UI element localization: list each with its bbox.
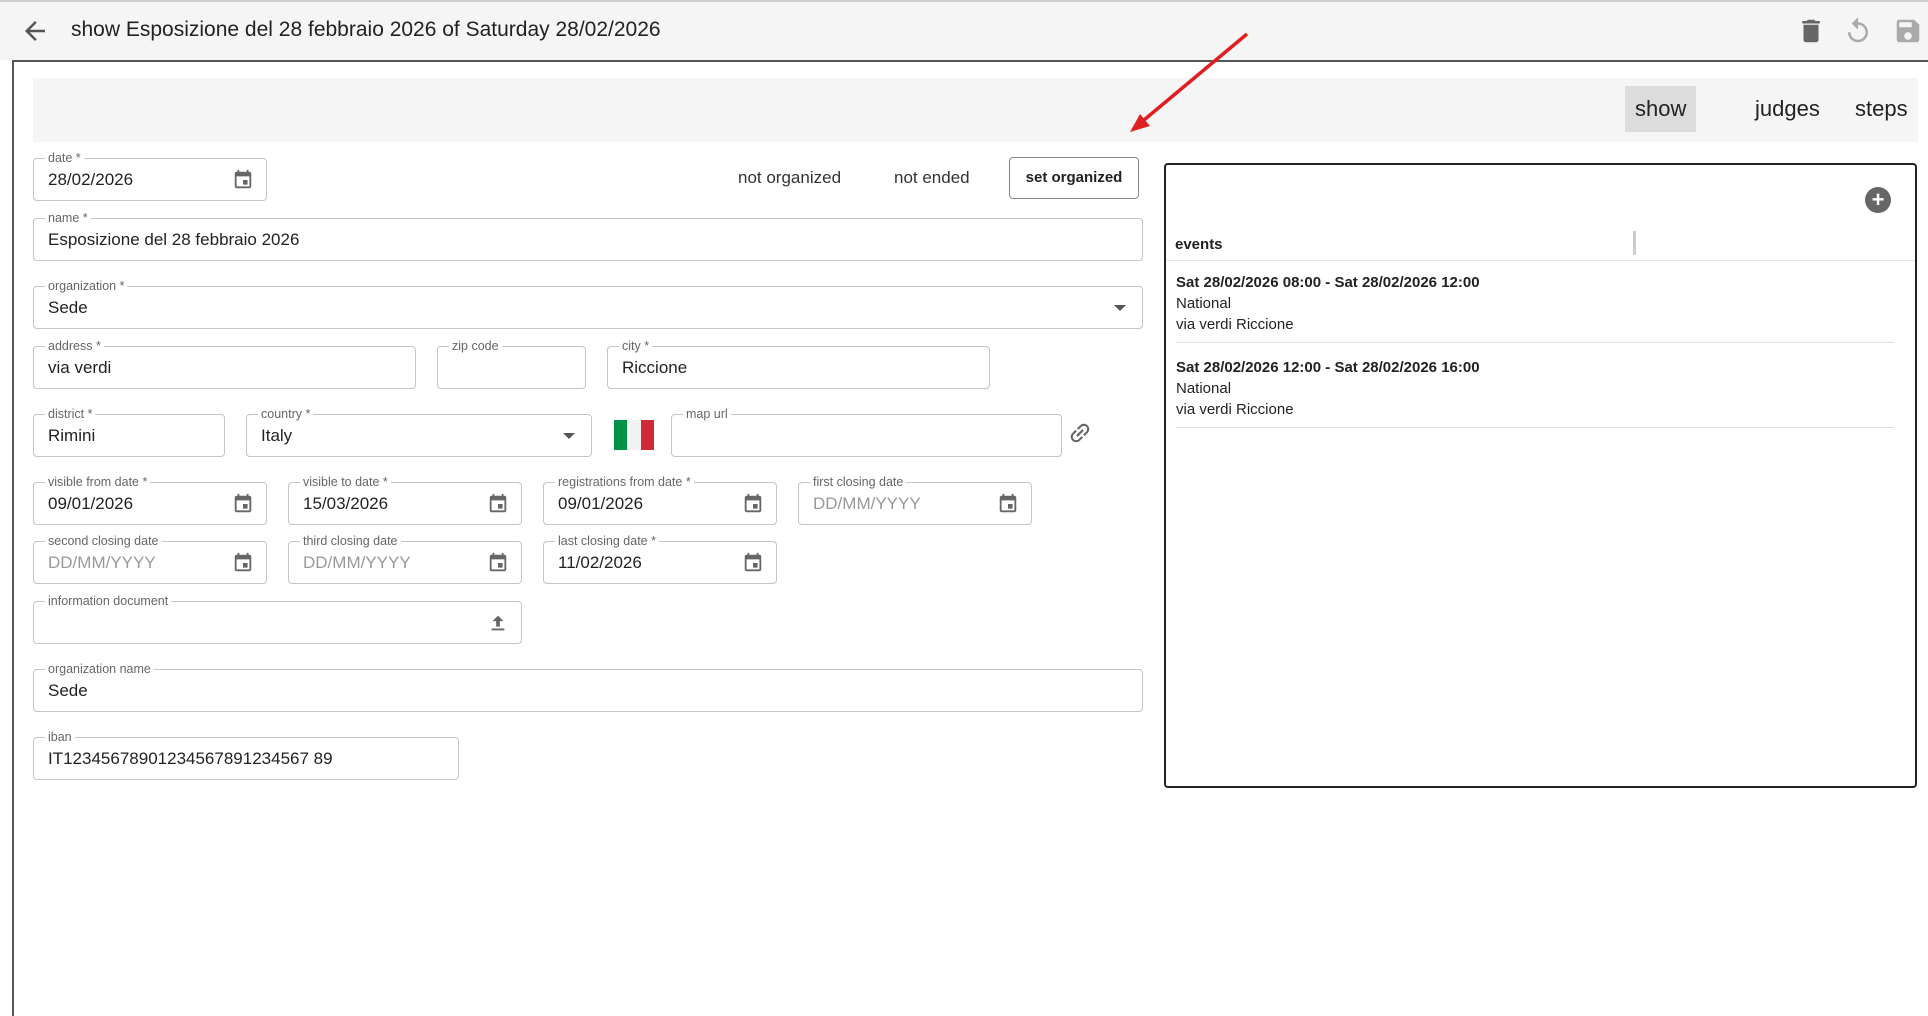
zip-code-field[interactable]: zip code	[437, 338, 586, 389]
country-select[interactable]: country * Italy	[246, 406, 592, 457]
organization-select[interactable]: organization * Sede	[33, 278, 1143, 329]
link-icon[interactable]	[1067, 420, 1093, 446]
name-field[interactable]: name * Esposizione del 28 febbraio 2026	[33, 210, 1143, 261]
organized-status: not organized	[738, 168, 842, 187]
tab-steps[interactable]: steps	[1845, 86, 1918, 132]
ended-status: not ended	[894, 168, 970, 187]
visible-to-date-field[interactable]: visible to date * 15/03/2026	[288, 474, 522, 525]
list-item[interactable]: Sat 28/02/2026 08:00 - Sat 28/02/2026 12…	[1176, 272, 1894, 343]
map-url-field[interactable]: map url	[671, 406, 1062, 457]
calendar-icon[interactable]	[997, 493, 1019, 515]
calendar-icon[interactable]	[232, 169, 254, 191]
upload-icon[interactable]	[487, 612, 509, 634]
tab-show[interactable]: show	[1625, 86, 1697, 132]
left-strip	[0, 60, 14, 1016]
registrations-from-date-field[interactable]: registrations from date * 09/01/2026	[543, 474, 777, 525]
date-field[interactable]: date * 28/02/2026	[33, 150, 267, 201]
column-divider[interactable]	[1633, 231, 1636, 255]
iban-field[interactable]: iban IT12345678901234567891234567 89	[33, 729, 459, 780]
calendar-icon[interactable]	[232, 552, 254, 574]
calendar-icon[interactable]	[487, 552, 509, 574]
top-bar: show Esposizione del 28 febbraio 2026 of…	[0, 0, 1928, 60]
address-field[interactable]: address * via verdi	[33, 338, 416, 389]
set-organized-button[interactable]: set organized	[1009, 157, 1139, 199]
calendar-icon[interactable]	[742, 493, 764, 515]
tab-judges[interactable]: judges	[1745, 86, 1830, 132]
district-field[interactable]: district * Rimini	[33, 406, 225, 457]
events-panel: + events Sat 28/02/2026 08:00 - Sat 28/0…	[1164, 163, 1917, 788]
organization-name-field[interactable]: organization name Sede	[33, 661, 1143, 712]
calendar-icon[interactable]	[232, 493, 254, 515]
second-closing-date-field[interactable]: second closing date DD/MM/YYYY	[33, 533, 267, 584]
back-arrow-icon[interactable]	[20, 16, 50, 46]
first-closing-date-field[interactable]: first closing date DD/MM/YYYY	[798, 474, 1032, 525]
third-closing-date-field[interactable]: third closing date DD/MM/YYYY	[288, 533, 522, 584]
trash-icon[interactable]	[1796, 16, 1826, 46]
page-title: show Esposizione del 28 febbraio 2026 of…	[71, 18, 661, 41]
city-field[interactable]: city * Riccione	[607, 338, 990, 389]
chevron-down-icon[interactable]	[1114, 305, 1126, 311]
chevron-down-icon[interactable]	[563, 433, 575, 439]
list-item[interactable]: Sat 28/02/2026 12:00 - Sat 28/02/2026 16…	[1176, 357, 1894, 428]
annotation-arrow	[1130, 32, 1249, 132]
events-header: events	[1166, 225, 1915, 261]
calendar-icon[interactable]	[487, 493, 509, 515]
tab-bar: show judges steps	[33, 78, 1918, 142]
undo-icon[interactable]	[1843, 16, 1873, 46]
italy-flag-icon	[614, 420, 654, 450]
last-closing-date-field[interactable]: last closing date * 11/02/2026	[543, 533, 777, 584]
calendar-icon[interactable]	[742, 552, 764, 574]
visible-from-date-field[interactable]: visible from date * 09/01/2026	[33, 474, 267, 525]
add-event-button[interactable]: +	[1865, 187, 1891, 213]
save-icon[interactable]	[1893, 16, 1923, 46]
information-document-field[interactable]: information document	[33, 593, 522, 644]
